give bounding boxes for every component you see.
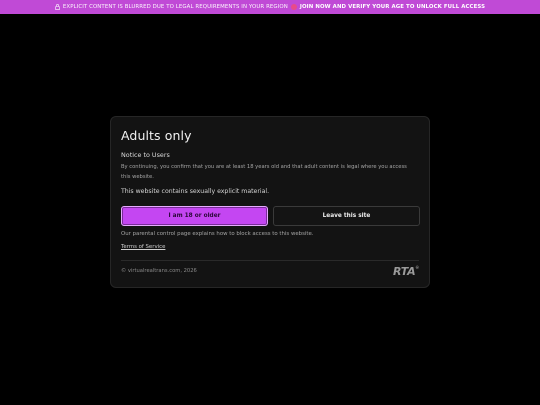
leave-site-button[interactable]: Leave this site — [273, 206, 420, 226]
rta-logo-text: RTA — [393, 265, 416, 278]
copyright: © virtualrealtrans.com, 2026 — [121, 268, 197, 274]
age-verification-modal: Adults only Notice to Users By continuin… — [110, 116, 430, 288]
banner-join-link[interactable]: JOIN NOW AND VERIFY YOUR AGE TO UNLOCK F… — [300, 4, 485, 10]
age-badge-icon — [290, 4, 297, 10]
rta-logo[interactable]: RTA® — [393, 265, 419, 278]
lock-icon — [55, 4, 60, 10]
divider — [121, 260, 419, 261]
banner-notice: EXPLICIT CONTENT IS BLURRED DUE TO LEGAL… — [62, 4, 288, 10]
explicit-warning: This website contains sexually explicit … — [121, 188, 270, 195]
parental-control-text: Our parental control page explains how t… — [121, 231, 314, 237]
page: EXPLICIT CONTENT IS BLURRED DUE TO LEGAL… — [0, 0, 540, 405]
confirm-age-button[interactable]: I am 18 or older — [121, 206, 268, 226]
top-banner[interactable]: EXPLICIT CONTENT IS BLURRED DUE TO LEGAL… — [0, 0, 540, 14]
notice-heading: Notice to Users — [121, 151, 170, 159]
consent-text: By continuing, you confirm that you are … — [121, 164, 407, 180]
rta-registered-mark: ® — [415, 265, 419, 270]
modal-title: Adults only — [121, 128, 192, 143]
terms-of-service-link[interactable]: Terms of Service — [121, 244, 165, 250]
